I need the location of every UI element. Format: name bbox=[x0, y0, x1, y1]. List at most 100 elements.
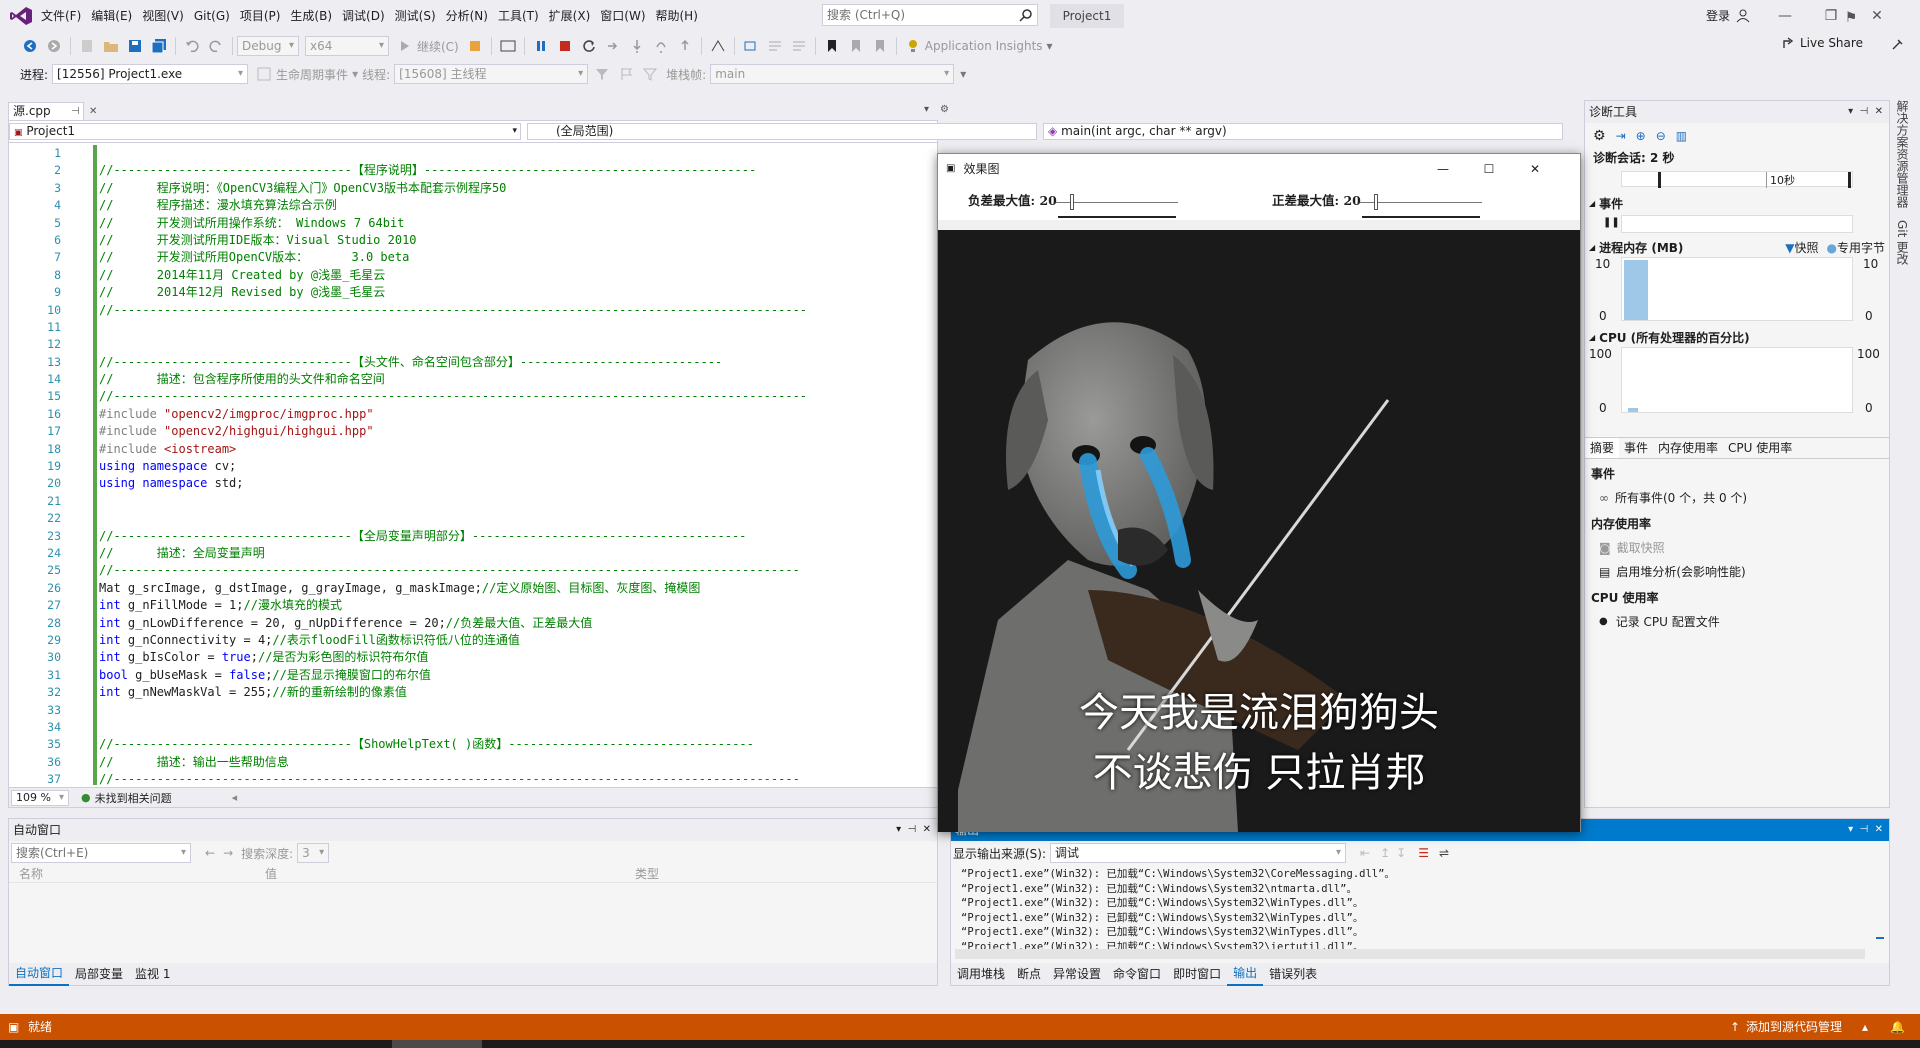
find-message-icon[interactable]: ⇤ bbox=[1360, 846, 1370, 860]
prev-bookmark-icon[interactable] bbox=[846, 36, 866, 56]
minimize-icon[interactable]: — bbox=[1420, 154, 1466, 184]
trackbar-thumb[interactable] bbox=[1374, 194, 1378, 210]
autos-bottom-tab[interactable]: 自动窗口 bbox=[9, 962, 70, 986]
stop-icon[interactable] bbox=[555, 36, 575, 56]
tab-close-icon[interactable]: ✕ bbox=[89, 103, 97, 120]
bookmark-icon[interactable] bbox=[822, 36, 842, 56]
close-icon[interactable]: ✕ bbox=[1875, 106, 1883, 117]
pin-icon[interactable]: ⊣ bbox=[71, 103, 80, 120]
login-button[interactable]: 登录 bbox=[1706, 0, 1750, 32]
reset-zoom-icon[interactable]: ▥ bbox=[1676, 129, 1687, 143]
save-icon[interactable] bbox=[125, 36, 145, 56]
timeline-end-marker[interactable] bbox=[1848, 172, 1851, 188]
code-line[interactable]: 22 bbox=[9, 510, 937, 527]
chevron-up-icon[interactable]: ▴ bbox=[1862, 1014, 1868, 1040]
thread-dropdown[interactable]: [15608] 主线程 bbox=[394, 64, 589, 84]
menu-item[interactable]: 窗口(W) bbox=[595, 0, 650, 32]
zoom-out-icon[interactable]: ⊖ bbox=[1656, 129, 1666, 143]
code-line[interactable]: 4 // 程序描述：漫水填充算法综合示例 bbox=[9, 197, 937, 214]
up-diff-trackbar[interactable] bbox=[1360, 194, 1482, 218]
output-bottom-tab[interactable]: 调用堆栈 bbox=[951, 963, 1011, 985]
back-icon[interactable] bbox=[20, 36, 40, 56]
pause-icon[interactable]: ❚❚ bbox=[1603, 217, 1620, 228]
attach-icon[interactable] bbox=[465, 36, 485, 56]
col-type[interactable]: 类型 bbox=[635, 865, 659, 882]
output-bottom-tab[interactable]: 断点 bbox=[1011, 963, 1047, 985]
process-dropdown[interactable]: [12556] Project1.exe bbox=[52, 64, 249, 84]
code-line[interactable]: 33 bbox=[9, 702, 937, 719]
result-image[interactable]: 今天我是流泪狗狗头 不谈悲伤 只拉肖邦 bbox=[938, 230, 1580, 832]
pin-feedback-icon[interactable] bbox=[1890, 38, 1904, 52]
code-line[interactable]: 29 int g_nConnectivity = 4;//表示floodFill函… bbox=[9, 632, 937, 649]
project-dropdown[interactable]: ▣ Project1 ▾ bbox=[9, 123, 521, 140]
timeline-start-marker[interactable] bbox=[1658, 172, 1661, 188]
live-share-button[interactable]: Live Share bbox=[1782, 36, 1863, 50]
bookmark-toolbar-icon[interactable] bbox=[741, 36, 761, 56]
output-hscrollbar[interactable] bbox=[955, 949, 1865, 959]
code-line[interactable]: 12 bbox=[9, 336, 937, 353]
collapse-icon[interactable]: ◢ bbox=[1589, 333, 1595, 342]
minimize-icon[interactable]: — bbox=[1762, 0, 1808, 32]
code-line[interactable]: 19 using namespace cv; bbox=[9, 458, 937, 475]
new-project-icon[interactable] bbox=[77, 36, 97, 56]
autos-bottom-tab[interactable]: 局部变量 bbox=[69, 963, 129, 985]
restore-icon[interactable]: ❐ bbox=[1808, 0, 1854, 32]
output-bottom-tab[interactable]: 输出 bbox=[1227, 962, 1264, 986]
opencv-result-window[interactable]: ▣ 效果图 — ☐ ✕ 负差最大值: 20 正差最大值: 20 今天我是流泪狗狗… bbox=[937, 153, 1581, 832]
next-bookmark-icon[interactable] bbox=[870, 36, 890, 56]
code-line[interactable]: 34 bbox=[9, 719, 937, 736]
popup-title-bar[interactable]: ▣ 效果图 — ☐ ✕ bbox=[938, 154, 1580, 184]
menu-item[interactable]: 文件(F) bbox=[36, 0, 86, 32]
config-dropdown[interactable]: Debug bbox=[237, 36, 299, 56]
pin-icon[interactable]: ⊣ bbox=[908, 824, 917, 835]
code-line[interactable]: 14 // 描述：包含程序所使用的头文件和命名空间 bbox=[9, 371, 937, 388]
add-source-control-button[interactable]: 添加到源代码管理 bbox=[1746, 1014, 1842, 1040]
open-folder-icon[interactable] bbox=[101, 36, 121, 56]
code-line[interactable]: 8 // 2014年11月 Created by @浅墨_毛星云 bbox=[9, 267, 937, 284]
code-line[interactable]: 37 //------------------------------------… bbox=[9, 771, 937, 785]
collapse-icon[interactable]: ◢ bbox=[1589, 199, 1595, 208]
pin-icon[interactable]: ⊣ bbox=[1860, 824, 1869, 835]
show-next-statement-icon[interactable] bbox=[603, 36, 623, 56]
code-line[interactable]: 9 // 2014年12月 Revised by @浅墨_毛星云 bbox=[9, 284, 937, 301]
code-line[interactable]: 32 int g_nNewMaskVal = 255;//新的重新绘制的像素值 bbox=[9, 684, 937, 701]
clear-all-icon[interactable]: ☰ bbox=[1418, 846, 1429, 860]
app-insights-label[interactable]: Application Insights bbox=[925, 39, 1043, 53]
gear-icon[interactable]: ⚙ bbox=[940, 104, 949, 115]
undo-icon[interactable] bbox=[182, 36, 202, 56]
function-dropdown[interactable]: ◈ main(int argc, char ** argv) bbox=[1043, 123, 1563, 140]
take-snapshot-button[interactable]: ◙ 截取快照 bbox=[1599, 539, 1665, 556]
code-line[interactable]: 24 // 描述：全局变量声明 bbox=[9, 545, 937, 562]
heap-profile-button[interactable]: ▤ 启用堆分析(会影响性能) bbox=[1599, 563, 1746, 580]
chevron-down-icon[interactable]: ▾ bbox=[1047, 39, 1053, 53]
cpu-chart[interactable] bbox=[1621, 347, 1853, 413]
code-line[interactable]: 18 #include <iostream> bbox=[9, 441, 937, 458]
diag-tab[interactable]: 事件 bbox=[1619, 438, 1653, 458]
tab-overflow-icon[interactable]: ▾ bbox=[924, 104, 929, 115]
code-line[interactable]: 31 bool g_bUseMask = false;//是否显示掩膜窗口的布尔值 bbox=[9, 667, 937, 684]
menu-item[interactable]: Git(G) bbox=[189, 0, 235, 32]
timeline-ruler[interactable]: 10秒 bbox=[1621, 171, 1853, 188]
scroll-thumb[interactable] bbox=[1876, 937, 1884, 939]
autos-search-input[interactable]: 搜索(Ctrl+E) bbox=[11, 843, 191, 863]
code-line[interactable]: 7 // 开发测试所用OpenCV版本： 3.0 beta bbox=[9, 249, 937, 266]
diag-tab[interactable]: 摘要 bbox=[1585, 438, 1620, 458]
col-value[interactable]: 值 bbox=[265, 865, 277, 882]
output-source-dropdown[interactable]: 调试 bbox=[1050, 843, 1347, 863]
code-line[interactable]: 6 // 开发测试所用IDE版本：Visual Studio 2010 bbox=[9, 232, 937, 249]
code-line[interactable]: 20 using namespace std; bbox=[9, 475, 937, 492]
code-line[interactable]: 26 Mat g_srcImage, g_dstImage, g_grayImag… bbox=[9, 580, 937, 597]
code-editor[interactable]: ▣ Project1 ▾ (全局范围) ◈ main(int argc, cha… bbox=[8, 120, 1563, 808]
scope-dropdown[interactable]: (全局范围) bbox=[527, 123, 1037, 140]
menu-item[interactable]: 测试(S) bbox=[390, 0, 441, 32]
notification-icon[interactable]: 🔔 bbox=[1890, 1014, 1905, 1040]
code-line[interactable]: 11 bbox=[9, 319, 937, 336]
code-line[interactable]: 27 int g_nFillMode = 1;//漫水填充的模式 bbox=[9, 597, 937, 614]
scroll-left-icon[interactable]: ◂ bbox=[232, 791, 238, 804]
chevron-down-icon[interactable]: ▾ bbox=[960, 67, 966, 81]
issues-status[interactable]: 未找到相关问题 bbox=[95, 790, 172, 806]
output-bottom-tab[interactable]: 错误列表 bbox=[1263, 963, 1323, 985]
continue-icon[interactable] bbox=[395, 36, 415, 56]
zoom-dropdown[interactable]: 109 % bbox=[11, 789, 69, 806]
continue-label[interactable]: 继续(C) bbox=[417, 38, 459, 55]
